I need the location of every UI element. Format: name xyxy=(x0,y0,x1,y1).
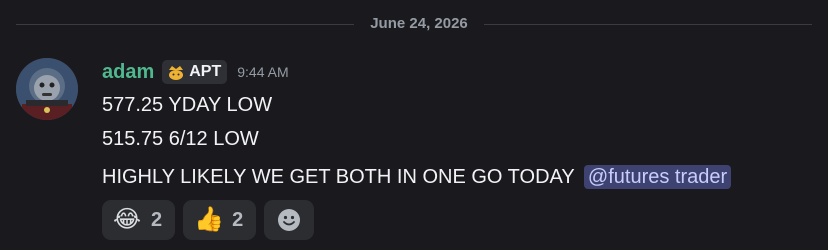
smiley-add-reaction-icon xyxy=(278,209,301,231)
avatar[interactable] xyxy=(16,58,78,120)
date-divider: June 24, 2026 xyxy=(0,10,828,40)
reaction-tears-of-joy[interactable]: 😂 2 xyxy=(102,200,176,240)
message-line-1: 577.25 YDAY LOW xyxy=(102,94,273,116)
user-mention[interactable]: @futures trader xyxy=(583,165,732,189)
reaction-count: 2 xyxy=(232,208,244,231)
divider-date: June 24, 2026 xyxy=(370,15,468,32)
role-tag-label: APT xyxy=(189,63,222,80)
add-reaction-button[interactable] xyxy=(264,200,315,240)
tears-of-joy-icon: 😂 xyxy=(113,206,142,233)
message-line-3-text: HIGHLY LIKELY WE GET BOTH IN ONE GO TODA… xyxy=(102,166,575,188)
avatar-image xyxy=(16,58,78,120)
message-line-3: HIGHLY LIKELY WE GET BOTH IN ONE GO TODA… xyxy=(102,165,732,189)
crown-cat-icon xyxy=(169,66,184,80)
reactions-bar: 😂 2 👍 2 xyxy=(102,200,315,240)
author-name[interactable]: adam xyxy=(102,61,154,84)
role-tag[interactable]: APT xyxy=(162,60,228,84)
reaction-count: 2 xyxy=(151,208,163,231)
reaction-thumbs-up[interactable]: 👍 2 xyxy=(183,200,257,240)
divider-line-right xyxy=(484,24,812,25)
divider-line-left xyxy=(16,24,354,25)
chat-message: adam APT 9:44 AM 577.25 YDAY LOW 515.75 … xyxy=(0,54,828,250)
thumbs-up-icon: 👍 xyxy=(194,206,225,233)
message-header: adam APT 9:44 AM xyxy=(102,60,289,84)
message-line-2: 515.75 6/12 LOW xyxy=(102,128,259,150)
message-timestamp[interactable]: 9:44 AM xyxy=(237,64,288,80)
